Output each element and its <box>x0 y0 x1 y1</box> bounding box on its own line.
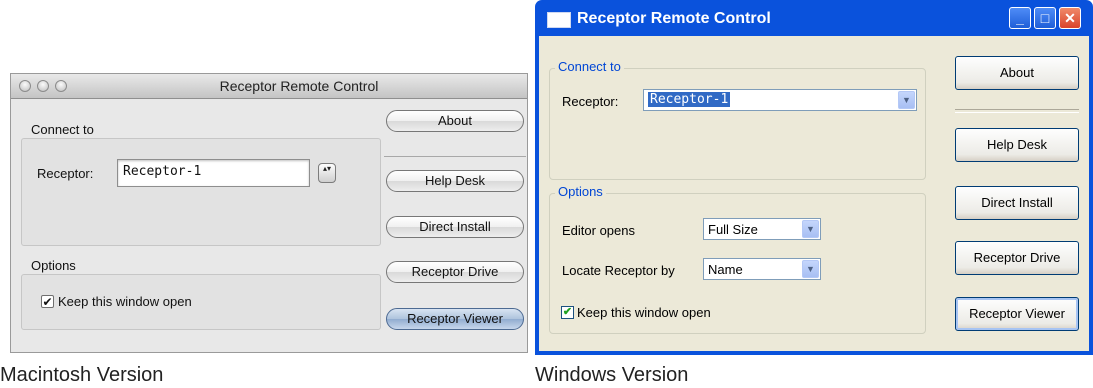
button-separator <box>955 109 1079 113</box>
connect-group <box>549 68 926 180</box>
receptor-viewer-button[interactable]: Receptor Viewer <box>955 297 1079 331</box>
dropdown-arrow-icon[interactable]: ▼ <box>898 91 915 109</box>
keep-open-label: Keep this window open <box>58 294 192 309</box>
win-client-area: Connect to Receptor: Receptor-1 ▼ Option… <box>539 36 1089 351</box>
options-group: ✔ Keep this window open <box>21 274 381 330</box>
receptor-combo[interactable]: Receptor-1 ▼ <box>643 89 917 111</box>
connect-to-label: Connect to <box>555 59 624 74</box>
mac-caption: Macintosh Version <box>0 364 164 386</box>
about-button[interactable]: About <box>386 110 524 132</box>
keep-open-checkbox[interactable]: ✔ <box>41 295 54 308</box>
help-desk-button[interactable]: Help Desk <box>386 170 524 192</box>
close-icon[interactable]: ✕ <box>1059 7 1081 29</box>
windows-window: Receptor Remote Control _ □ ✕ Connect to… <box>535 0 1093 355</box>
maximize-icon[interactable]: □ <box>1034 7 1056 29</box>
receptor-drive-button[interactable]: Receptor Drive <box>386 261 524 283</box>
window-title: Receptor Remote Control <box>219 78 379 94</box>
receptor-viewer-button[interactable]: Receptor Viewer <box>386 308 524 330</box>
connect-to-label: Connect to <box>31 122 94 137</box>
editor-opens-value: Full Size <box>708 222 758 237</box>
keep-open-checkbox[interactable]: ✔ <box>561 306 574 319</box>
dropdown-arrow-icon[interactable]: ▼ <box>802 260 819 278</box>
window-app-icon <box>547 12 571 28</box>
keep-open-label: Keep this window open <box>577 305 711 320</box>
receptor-value: Receptor-1 <box>648 92 731 107</box>
locate-receptor-label: Locate Receptor by <box>562 263 675 278</box>
mac-window: Receptor Remote Control Connect to Recep… <box>10 73 528 353</box>
receptor-drive-button[interactable]: Receptor Drive <box>955 241 1079 275</box>
locate-receptor-combo[interactable]: Name ▼ <box>703 258 821 280</box>
window-title: Receptor Remote Control <box>577 10 771 27</box>
options-label: Options <box>555 184 606 199</box>
editor-opens-label: Editor opens <box>562 223 635 238</box>
help-desk-button[interactable]: Help Desk <box>955 128 1079 162</box>
receptor-stepper-icon[interactable]: ▴▾ <box>318 163 336 183</box>
dropdown-arrow-icon[interactable]: ▼ <box>802 220 819 238</box>
button-separator <box>384 156 526 157</box>
windows-caption: Windows Version <box>535 364 689 386</box>
mac-title-bar[interactable]: Receptor Remote Control <box>11 74 527 99</box>
connect-group: Receptor: Receptor-1 ▴▾ <box>21 138 381 246</box>
about-button[interactable]: About <box>955 56 1079 90</box>
editor-opens-combo[interactable]: Full Size ▼ <box>703 218 821 240</box>
locate-receptor-value: Name <box>708 262 743 277</box>
receptor-label: Receptor: <box>37 166 94 181</box>
receptor-input[interactable]: Receptor-1 <box>117 159 310 187</box>
minimize-icon[interactable]: _ <box>1009 7 1031 29</box>
direct-install-button[interactable]: Direct Install <box>955 186 1079 220</box>
options-label: Options <box>31 258 76 273</box>
receptor-label: Receptor: <box>562 94 619 109</box>
win-title-bar[interactable]: Receptor Remote Control _ □ ✕ <box>539 0 1089 36</box>
direct-install-button[interactable]: Direct Install <box>386 216 524 238</box>
